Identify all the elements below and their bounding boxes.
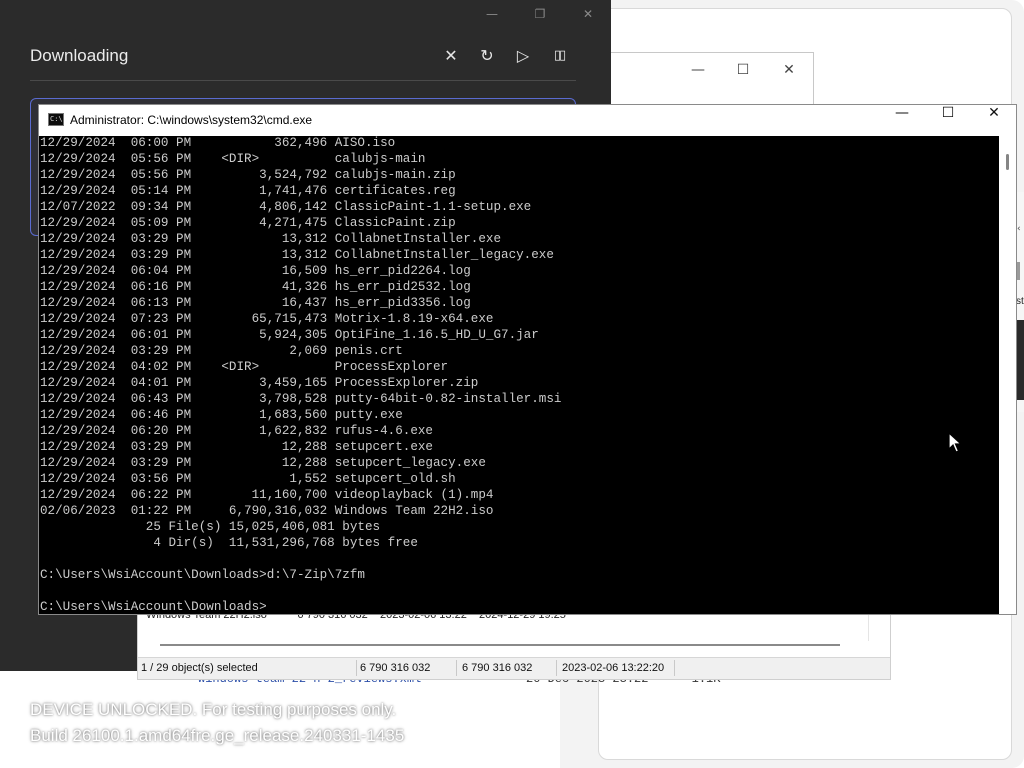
minimize-icon[interactable]: — [689, 61, 707, 79]
maximize-icon[interactable]: ☐ [734, 61, 752, 79]
console-line: 12/29/2024 06:20 PM 1,622,832 rufus-4.6.… [40, 424, 433, 438]
resume-download-button[interactable]: ▷ [512, 45, 534, 67]
scrollbar-thumb[interactable] [160, 644, 840, 646]
console-line: 4 Dir(s) 11,531,296,768 bytes free [40, 536, 418, 550]
pause-download-button[interactable]: ▯▯ [548, 45, 570, 67]
status-divider [674, 660, 675, 676]
background-text-fragment: st [1016, 296, 1024, 307]
play-icon: ▷ [516, 46, 530, 65]
minimize-icon[interactable]: — [484, 6, 500, 22]
console-line: 12/29/2024 05:14 PM 1,741,476 certificat… [40, 184, 456, 198]
console-line: 12/29/2024 05:56 PM 3,524,792 calubjs-ma… [40, 168, 456, 182]
cmd-titlebar[interactable]: C:\ Administrator: C:\windows\system32\c… [39, 105, 1016, 136]
console-line: 12/29/2024 03:29 PM 13,312 CollabnetInst… [40, 232, 502, 246]
status-divider [356, 660, 357, 676]
status-divider [556, 660, 557, 676]
status-bar: 1 / 29 object(s) selected 6 790 316 032 … [138, 657, 890, 679]
background-dark-strip [1016, 320, 1024, 400]
console-line: 12/29/2024 03:56 PM 1,552 setupcert_old.… [40, 472, 456, 486]
console-line: 12/29/2024 06:16 PM 41,326 hs_err_pid253… [40, 280, 471, 294]
minimize-button[interactable]: — [879, 105, 925, 136]
console-line: 12/29/2024 05:09 PM 4,271,475 ClassicPai… [40, 216, 456, 230]
console-line: 12/29/2024 06:13 PM 16,437 hs_err_pid335… [40, 296, 471, 310]
dialog-divider [30, 80, 576, 81]
console-line: C:\Users\WsiAccount\Downloads> [40, 600, 267, 614]
window-title: Administrator: C:\windows\system32\cmd.e… [70, 113, 313, 127]
cancel-download-button[interactable]: ✕ [440, 45, 462, 67]
maximize-icon[interactable]: ❐ [532, 6, 548, 22]
console-line: 12/29/2024 06:00 PM 362,496 AISO.iso [40, 136, 396, 150]
console-line: C:\Users\WsiAccount\Downloads>d:\7-Zip\7… [40, 568, 365, 582]
status-divider [456, 660, 457, 676]
refresh-icon: ↻ [480, 46, 494, 65]
cmd-icon: C:\ [48, 113, 64, 126]
selection-size: 6 790 316 032 [360, 662, 431, 674]
console-line: 12/29/2024 04:02 PM <DIR> ProcessExplore… [40, 360, 449, 374]
console-output[interactable]: 12/29/2024 06:00 PM 362,496 AISO.iso 12/2… [39, 136, 999, 614]
console-line: 12/29/2024 05:56 PM <DIR> calubjs-main [40, 152, 426, 166]
console-line: 12/29/2024 07:23 PM 65,715,473 Motrix-1.… [40, 312, 494, 326]
selection-modified: 2023-02-06 13:22:20 [562, 662, 665, 674]
console-line: 12/29/2024 06:43 PM 3,798,528 putty-64bi… [40, 392, 562, 406]
close-icon[interactable]: ✕ [580, 6, 596, 22]
console-line: 12/29/2024 04:01 PM 3,459,165 ProcessExp… [40, 376, 479, 390]
dialog-title: Downloading [30, 46, 129, 65]
console-line: 12/29/2024 03:29 PM 2,069 penis.crt [40, 344, 403, 358]
selection-count: 1 / 29 object(s) selected [141, 662, 258, 674]
close-button[interactable]: ✕ [971, 105, 1017, 136]
chevron-left-icon: ‹ [1017, 224, 1021, 234]
mouse-cursor-icon [948, 432, 962, 453]
console-line: 12/29/2024 06:46 PM 1,683,560 putty.exe [40, 408, 403, 422]
console-scrollbar[interactable] [999, 136, 1016, 614]
cmd-window[interactable]: C:\ Administrator: C:\windows\system32\c… [38, 104, 1017, 615]
console-line: 02/06/2023 01:22 PM 6,790,316,032 Window… [40, 504, 494, 518]
console-line: 12/29/2024 03:29 PM 12,288 setupcert_leg… [40, 456, 486, 470]
console-line: 12/29/2024 06:22 PM 11,160,700 videoplay… [40, 488, 494, 502]
horizontal-scrollbar[interactable] [146, 641, 882, 649]
maximize-button[interactable]: ☐ [925, 105, 971, 136]
scrollbar-thumb[interactable] [1006, 154, 1009, 170]
console-line: 12/29/2024 03:29 PM 13,312 CollabnetInst… [40, 248, 554, 262]
console-line: 12/29/2024 06:01 PM 5,924,305 OptiFine_1… [40, 328, 539, 342]
console-line: 25 File(s) 15,025,406,081 bytes [40, 520, 381, 534]
retry-download-button[interactable]: ↻ [476, 45, 498, 67]
selection-packed-size: 6 790 316 032 [462, 662, 533, 674]
pause-icon: ▯▯ [553, 48, 566, 63]
console-line: 12/29/2024 06:04 PM 16,509 hs_err_pid226… [40, 264, 471, 278]
close-icon: ✕ [444, 46, 458, 65]
console-line: 12/29/2024 03:29 PM 12,288 setupcert.exe [40, 440, 433, 454]
watermark-line-2: Build 26100.1.amd64fre.ge_release.240331… [30, 726, 405, 745]
watermark-line-1: DEVICE UNLOCKED. For testing purposes on… [30, 700, 397, 719]
console-line: 12/07/2022 09:34 PM 4,806,142 ClassicPai… [40, 200, 532, 214]
close-icon[interactable]: ✕ [780, 61, 798, 79]
